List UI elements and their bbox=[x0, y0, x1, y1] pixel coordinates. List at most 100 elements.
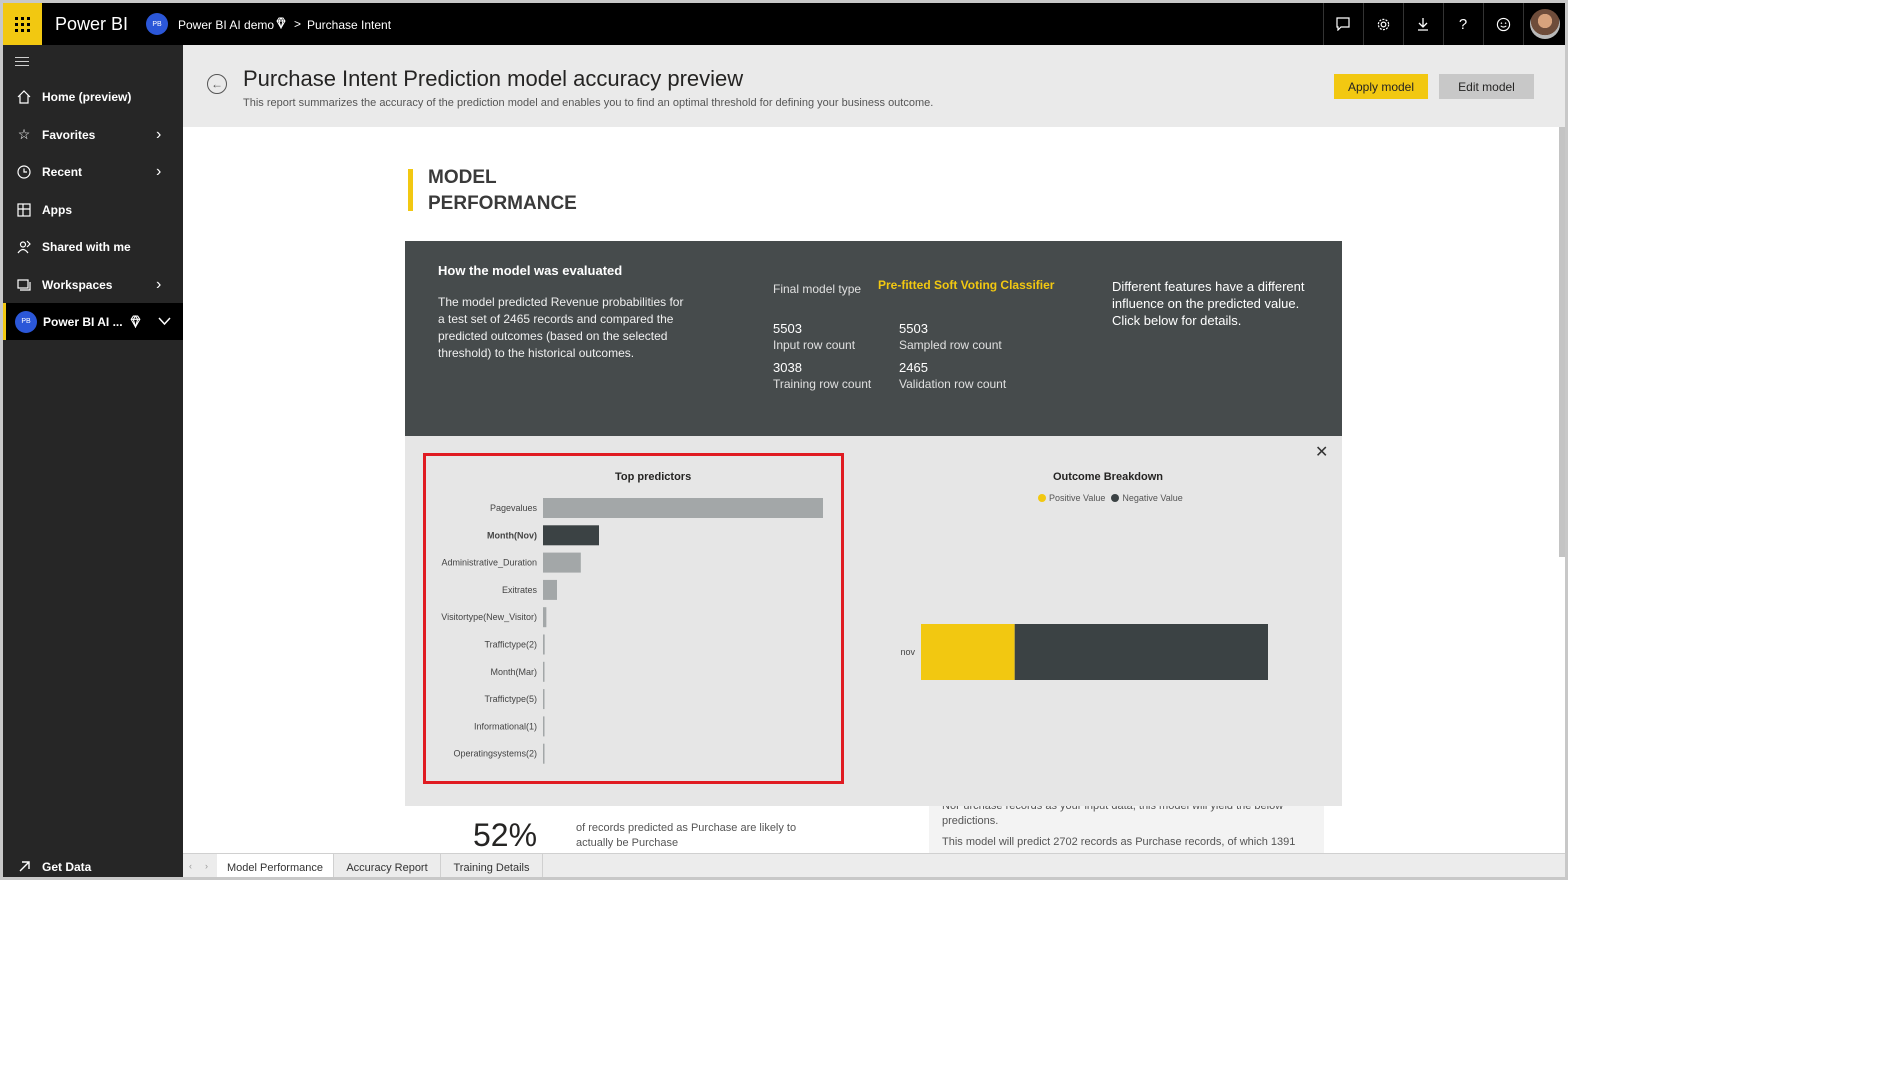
hamburger-menu-icon[interactable] bbox=[15, 57, 29, 69]
nav-active-workspace[interactable]: PB Power BI AI ... bbox=[3, 303, 183, 340]
summary-line-1: NoPurchase records as your input data, t… bbox=[942, 806, 1284, 827]
legend-negative: Negative Value bbox=[1122, 493, 1183, 503]
predictor-bar[interactable] bbox=[543, 689, 545, 710]
nav-label: Recent bbox=[42, 164, 83, 179]
predictor-label: Visitortype(New_Visitor) bbox=[441, 612, 537, 622]
nav-label: Apps bbox=[42, 202, 72, 217]
page-title: Purchase Intent Prediction model accurac… bbox=[243, 66, 744, 91]
outcome-breakdown-chart: nov bbox=[900, 624, 1268, 680]
chevron-right-icon[interactable]: › bbox=[156, 126, 161, 144]
predictor-bar[interactable] bbox=[543, 579, 557, 600]
outcome-breakdown-title: Outcome Breakdown bbox=[1053, 471, 1164, 483]
vertical-scrollbar[interactable] bbox=[1559, 127, 1565, 557]
predictor-label: Informational(1) bbox=[474, 721, 537, 731]
predictor-label: Administrative_Duration bbox=[441, 558, 537, 568]
chevron-right-icon[interactable]: › bbox=[156, 276, 161, 294]
top-predictors-title: Top predictors bbox=[615, 471, 692, 483]
predictor-label: Month(Mar) bbox=[490, 667, 537, 677]
brand-title[interactable]: Power BI bbox=[55, 14, 128, 35]
training-row-label: Training row count bbox=[773, 377, 872, 391]
tab-model-performance[interactable]: Model Performance bbox=[217, 854, 334, 877]
report-canvas: MODEL PERFORMANCE How the model was eval… bbox=[183, 127, 1559, 853]
star-icon: ☆ bbox=[17, 126, 31, 142]
outcome-legend: Positive Value Negative Value bbox=[1038, 493, 1183, 503]
premium-diamond-icon bbox=[130, 315, 141, 328]
clock-icon bbox=[16, 164, 32, 180]
tab-training-details[interactable]: Training Details bbox=[441, 854, 543, 877]
nav-home[interactable]: Home (preview) bbox=[3, 78, 183, 115]
outcome-category-label: nov bbox=[900, 647, 915, 657]
close-icon[interactable]: ✕ bbox=[1315, 442, 1328, 462]
outcome-bar-segment[interactable] bbox=[921, 624, 1015, 680]
premium-diamond-icon bbox=[276, 17, 286, 29]
nav-label: Get Data bbox=[42, 859, 92, 874]
predictor-label: Exitrates bbox=[502, 585, 538, 595]
smiley-feedback-icon[interactable] bbox=[1483, 3, 1523, 45]
chevron-right-icon[interactable]: › bbox=[156, 163, 161, 181]
evaluation-panel: How the model was evaluated The model pr… bbox=[405, 241, 1342, 436]
sampled-row-label: Sampled row count bbox=[899, 338, 1002, 352]
breadcrumb-separator: > bbox=[294, 17, 302, 31]
predictor-label: Traffictype(5) bbox=[484, 694, 537, 704]
predictor-bar[interactable] bbox=[543, 525, 599, 546]
predictor-bar[interactable] bbox=[543, 743, 545, 764]
features-note[interactable]: Different features have a different infl… bbox=[1112, 278, 1312, 329]
predictor-bar[interactable] bbox=[543, 716, 545, 737]
page-tabs: ‹ › Model Performance Accuracy Report Tr… bbox=[183, 853, 1565, 877]
nav-label: Power BI AI ... bbox=[43, 314, 123, 329]
predictor-label: Month(Nov) bbox=[487, 530, 537, 540]
left-nav: Home (preview) ☆ Favorites › Recent › Ap… bbox=[3, 45, 183, 877]
nav-label: Favorites bbox=[42, 127, 96, 142]
legend-positive: Positive Value bbox=[1049, 493, 1106, 503]
predictor-bar[interactable] bbox=[543, 661, 545, 682]
validation-row-count: 2465 bbox=[899, 360, 928, 375]
workspaces-icon bbox=[16, 277, 32, 293]
app-window: Power BI PB Power BI AI demo > Purchase … bbox=[0, 0, 1568, 880]
nav-workspaces[interactable]: Workspaces › bbox=[3, 266, 183, 303]
tab-prev-icon[interactable]: ‹ bbox=[189, 861, 192, 871]
predictor-bar[interactable] bbox=[543, 498, 823, 518]
tab-next-icon[interactable]: › bbox=[205, 861, 208, 871]
workspace-avatar: PB bbox=[146, 13, 168, 35]
summary-line-2: This model will predict 2702 records as … bbox=[942, 836, 1296, 848]
back-arrow-icon[interactable]: ← bbox=[207, 74, 227, 94]
top-predictors-chart: Pagevalues Month(Nov) Administrative_Durat… bbox=[441, 498, 823, 764]
shared-icon bbox=[16, 239, 32, 255]
workspace-avatar: PB bbox=[15, 310, 37, 333]
nav-shared[interactable]: Shared with me bbox=[3, 228, 183, 265]
predictor-bar[interactable] bbox=[543, 634, 545, 655]
nav-favorites[interactable]: ☆ Favorites › bbox=[3, 116, 183, 153]
download-icon[interactable] bbox=[1403, 3, 1443, 45]
predictor-label: Pagevalues bbox=[490, 503, 538, 513]
settings-gear-icon[interactable] bbox=[1363, 3, 1403, 45]
top-bar: Power BI PB Power BI AI demo > Purchase … bbox=[3, 3, 1565, 45]
predictor-label: Traffictype(2) bbox=[484, 640, 537, 650]
nav-apps[interactable]: Apps bbox=[3, 191, 183, 228]
edit-model-button[interactable]: Edit model bbox=[1439, 74, 1534, 99]
predictor-bar[interactable] bbox=[543, 607, 547, 628]
outcome-bar-segment[interactable] bbox=[1014, 624, 1268, 680]
model-type-value: Pre-fitted Soft Voting Classifier bbox=[878, 278, 1055, 292]
help-icon[interactable]: ? bbox=[1443, 3, 1483, 45]
home-icon bbox=[16, 89, 32, 105]
tab-accuracy-report[interactable]: Accuracy Report bbox=[334, 854, 441, 877]
chevron-down-icon[interactable] bbox=[158, 316, 171, 326]
predictor-bar[interactable] bbox=[543, 552, 581, 573]
app-launcher-icon[interactable] bbox=[3, 3, 42, 45]
input-row-count: 5503 bbox=[773, 321, 802, 336]
nav-label: Home (preview) bbox=[42, 89, 132, 104]
section-accent-bar bbox=[408, 169, 413, 211]
nav-get-data[interactable]: Get Data bbox=[3, 848, 183, 877]
breadcrumb-workspace[interactable]: Power BI AI demo bbox=[178, 18, 274, 32]
profile-avatar[interactable] bbox=[1530, 9, 1560, 39]
input-row-label: Input row count bbox=[773, 338, 856, 352]
apply-model-button[interactable]: Apply model bbox=[1334, 74, 1428, 99]
report-header: ← Purchase Intent Prediction model accur… bbox=[183, 45, 1565, 127]
feedback-icon[interactable] bbox=[1323, 3, 1363, 45]
model-type-label: Final model type bbox=[773, 282, 862, 296]
sampled-row-count: 5503 bbox=[899, 321, 928, 336]
breadcrumb-report[interactable]: Purchase Intent bbox=[307, 18, 391, 32]
legend-swatch bbox=[1111, 494, 1120, 502]
prediction-summary: NoPurchase records as your input data, t… bbox=[929, 806, 1324, 853]
nav-recent[interactable]: Recent › bbox=[3, 153, 183, 190]
